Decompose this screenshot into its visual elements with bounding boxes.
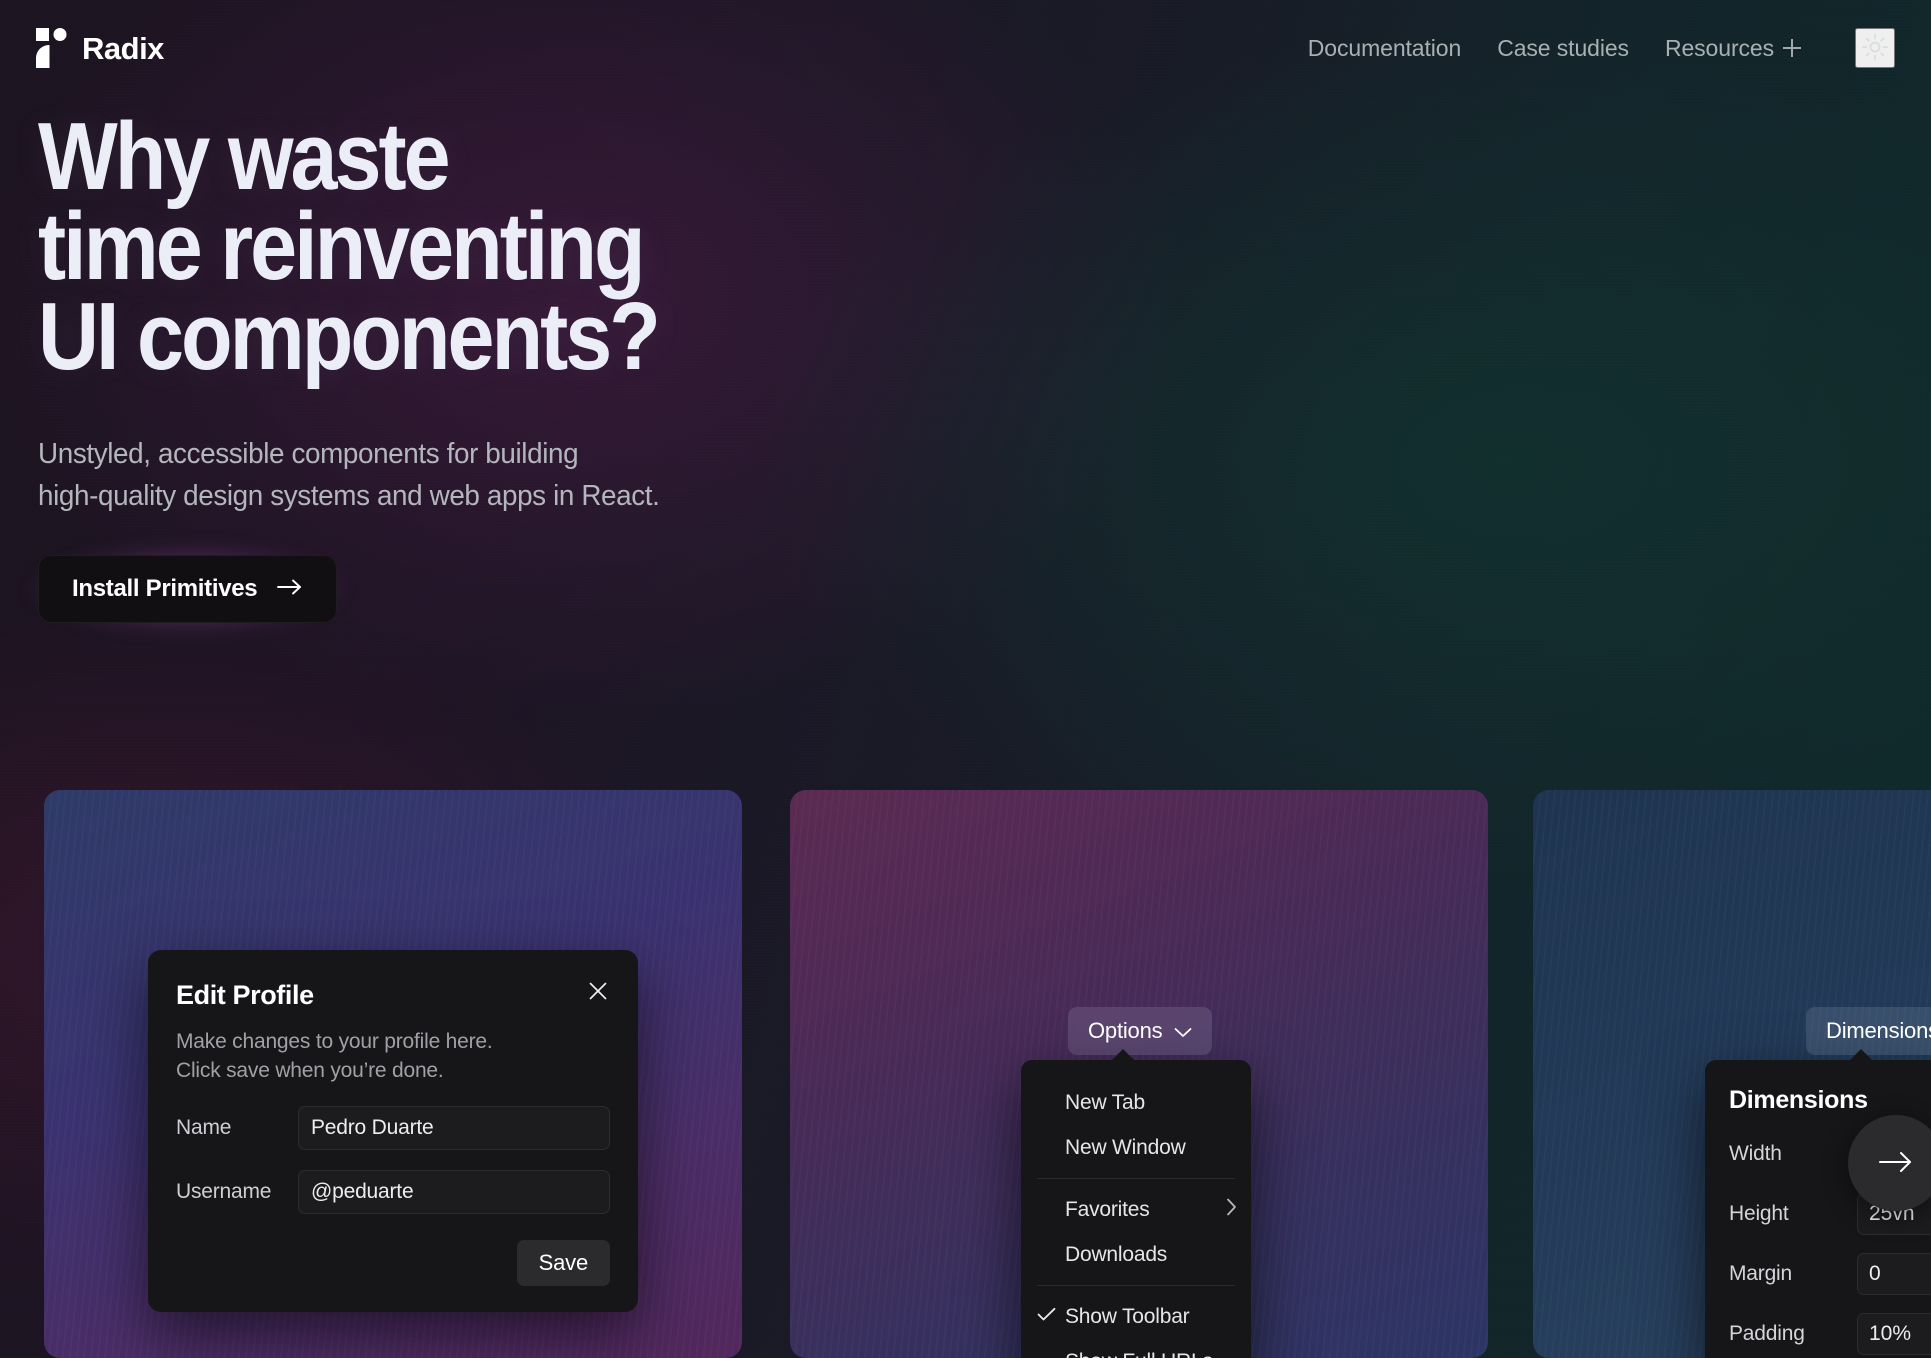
menu-item-downloads[interactable]: Downloads: [1021, 1232, 1251, 1277]
cta-wrapper: Install Primitives: [28, 544, 348, 633]
options-dropdown-label: Options: [1088, 1018, 1163, 1043]
menu-separator: [1037, 1285, 1235, 1286]
install-primitives-label: Install Primitives: [72, 574, 258, 602]
dialog-description: Make changes to your profile here. Click…: [176, 1030, 493, 1082]
margin-field[interactable]: [1857, 1253, 1931, 1295]
menu-item-show-toolbar[interactable]: Show Toolbar: [1021, 1294, 1251, 1339]
menu-item-label: Favorites: [1065, 1197, 1150, 1221]
name-field[interactable]: [298, 1105, 610, 1150]
nav-link-resources[interactable]: Resources: [1647, 35, 1819, 62]
menu-item-label: Show Full URLs: [1065, 1350, 1213, 1358]
menu-item-new-window[interactable]: New Window: [1021, 1125, 1251, 1170]
padding-label: Padding: [1729, 1322, 1805, 1345]
username-field[interactable]: [298, 1169, 610, 1214]
menu-separator: [1037, 1178, 1235, 1179]
menu-item-show-full-urls[interactable]: Show Full URLs: [1021, 1339, 1251, 1358]
arrow-right-icon: [1876, 1149, 1916, 1178]
save-button[interactable]: Save: [516, 1239, 610, 1286]
site-header: Radix Documentation Case studies Resourc…: [0, 0, 1931, 96]
nav-label-resources: Resources: [1664, 34, 1774, 61]
nav-link-case-studies[interactable]: Case studies: [1479, 35, 1647, 62]
options-dropdown-trigger[interactable]: Options: [1068, 1007, 1213, 1055]
menu-item-favorites[interactable]: Favorites: [1021, 1187, 1251, 1232]
margin-label: Margin: [1729, 1262, 1792, 1285]
padding-field[interactable]: [1857, 1313, 1931, 1355]
menu-item-label: New Window: [1065, 1135, 1186, 1159]
check-icon: [1037, 1307, 1056, 1326]
menu-item-label: New Tab: [1065, 1090, 1145, 1114]
name-field-label: Name: [176, 1115, 232, 1139]
menu-item-label: Downloads: [1065, 1242, 1168, 1266]
menu-item-new-tab[interactable]: New Tab: [1021, 1080, 1251, 1125]
field-row-name: Name: [176, 1105, 610, 1150]
popover-title: Dimensions: [1729, 1086, 1868, 1114]
height-label: Height: [1729, 1202, 1789, 1225]
page-root: Radix Documentation Case studies Resourc…: [0, 0, 1931, 1358]
dropdown-arrow: [1110, 1049, 1136, 1062]
brand-name: Radix: [82, 30, 164, 66]
field-row-username: Username: [176, 1169, 610, 1214]
menu-item-label: Show Toolbar: [1065, 1304, 1190, 1328]
width-label: Width: [1729, 1142, 1782, 1165]
hero-section: Why waste time reinventing UI components…: [28, 103, 742, 633]
hero-subtitle: Unstyled, accessible components for buil…: [38, 437, 660, 512]
dialog-actions: Save: [176, 1239, 610, 1286]
options-dropdown-menu: New Tab New Window Favorites Downloads S: [1021, 1060, 1251, 1358]
pop-row-margin: Margin: [1729, 1253, 1931, 1295]
pop-row-padding: Padding: [1729, 1313, 1931, 1355]
chevron-right-icon: [1226, 1198, 1237, 1222]
username-field-label: Username: [176, 1179, 272, 1203]
sun-icon: [1860, 32, 1890, 65]
dimensions-popover-trigger[interactable]: Dimensions: [1806, 1007, 1931, 1055]
edit-profile-dialog: Edit Profile Make changes to your profil…: [148, 950, 638, 1312]
page-title: Why waste time reinventing UI components…: [38, 103, 661, 391]
nav-link-documentation[interactable]: Documentation: [1290, 35, 1479, 62]
arrow-right-icon: [277, 575, 303, 603]
dialog-title: Edit Profile: [176, 980, 314, 1010]
install-primitives-button[interactable]: Install Primitives: [38, 554, 338, 623]
nav-label-documentation: Documentation: [1307, 34, 1462, 61]
popover-arrow: [1848, 1049, 1874, 1062]
nav-label-case-studies: Case studies: [1497, 34, 1629, 61]
theme-toggle-button[interactable]: [1855, 28, 1895, 68]
chevron-down-icon: [1174, 1018, 1192, 1044]
radix-logo-icon: [36, 28, 67, 68]
main-nav: Documentation Case studies Resources: [1290, 28, 1895, 68]
brand-logo[interactable]: Radix: [36, 28, 164, 68]
plus-icon: [1783, 39, 1801, 57]
close-icon[interactable]: [582, 975, 614, 1007]
